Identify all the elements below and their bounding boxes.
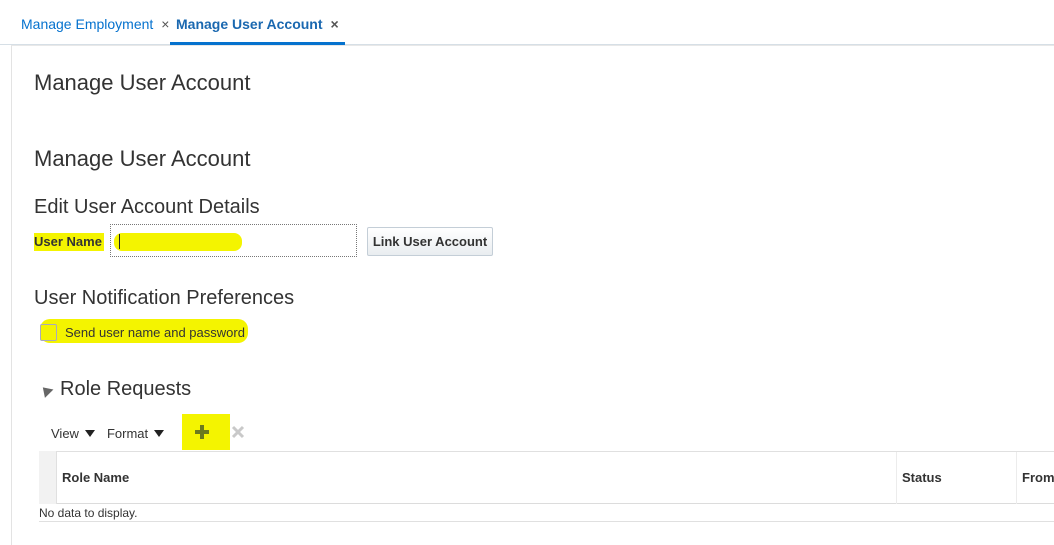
tab-manage-user-account[interactable]: Manage User Account × (170, 16, 345, 45)
add-icon[interactable] (193, 423, 211, 441)
section-title: Manage User Account (34, 146, 251, 171)
row-selector-column (39, 451, 57, 504)
page-title: Manage User Account (34, 70, 251, 95)
view-menu-label: View (51, 425, 79, 441)
collapse-triangle-icon[interactable] (38, 383, 54, 398)
user-name-input[interactable] (111, 225, 356, 256)
send-credentials-option[interactable]: Send user name and password (40, 322, 245, 342)
role-requests-toolbar: View Format (51, 424, 165, 442)
tab-bar: Manage Employment × Manage User Account … (0, 0, 1054, 45)
edit-details-heading: Edit User Account Details (34, 196, 260, 218)
user-name-label: User Name (34, 233, 104, 251)
empty-table-message: No data to display. (39, 506, 138, 520)
delete-icon[interactable] (229, 423, 247, 441)
role-requests-heading: Role Requests (60, 378, 192, 400)
link-user-account-button[interactable]: Link User Account (367, 227, 493, 256)
close-icon[interactable]: × (161, 16, 169, 32)
tab-label: Manage User Account (176, 16, 323, 32)
format-menu-label: Format (106, 425, 149, 441)
notification-preferences-heading: User Notification Preferences (34, 287, 295, 309)
column-header-status[interactable]: Status (902, 470, 942, 485)
close-icon[interactable]: × (331, 16, 339, 32)
text-caret (119, 234, 120, 249)
chevron-down-icon (84, 429, 95, 437)
tab-manage-employment[interactable]: Manage Employment × (21, 16, 169, 45)
view-menu[interactable]: View (51, 426, 95, 441)
column-header-role-name[interactable]: Role Name (62, 470, 129, 485)
format-menu[interactable]: Format (106, 425, 165, 441)
tab-label: Manage Employment (21, 16, 154, 32)
send-credentials-checkbox[interactable] (40, 323, 57, 341)
column-divider (1016, 452, 1017, 504)
send-credentials-label: Send user name and password (65, 324, 245, 340)
chevron-down-icon (154, 429, 165, 437)
column-header-from[interactable]: From (1022, 470, 1054, 485)
role-requests-header[interactable]: Role Requests (38, 378, 192, 401)
table-border (39, 521, 1054, 522)
user-name-field-wrapper (110, 224, 357, 257)
column-divider (896, 452, 897, 504)
